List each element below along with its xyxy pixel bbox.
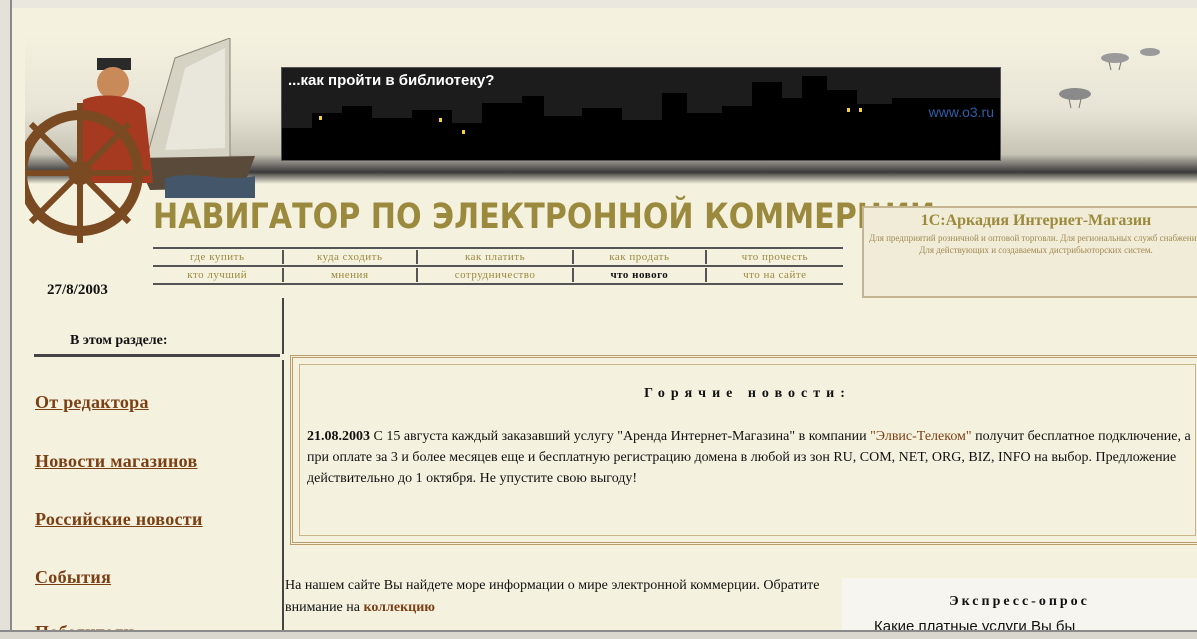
header: ...как пройти в библиотеку? www.o3.ru НА… xyxy=(25,36,1197,304)
sidebar-link-winners[interactable]: Победители xyxy=(35,622,134,630)
window-left-edge xyxy=(0,0,12,637)
collection-link[interactable]: коллекцию xyxy=(363,600,435,615)
column-divider-lower xyxy=(282,360,284,630)
news-date: 21.08.2003 xyxy=(307,429,370,444)
news-text-start: С 15 августа каждый заказавший услугу "А… xyxy=(370,429,871,444)
hot-news-box: Горячие новости: 21.08.2003 С 15 августа… xyxy=(290,355,1197,545)
site-title[interactable]: НАВИГАТОР ПО ЭЛЕКТРОННОЙ КОММЕРЦИИ xyxy=(153,194,935,240)
hot-news-title: Горячие новости: xyxy=(644,386,851,401)
nav-link-how-to-sell[interactable]: как продать xyxy=(574,250,707,264)
nav-link-opinions[interactable]: мнения xyxy=(284,268,418,282)
banner-url: www.o3.ru xyxy=(928,104,994,120)
nav-row-1: где купить куда сходить как платить как … xyxy=(153,250,843,264)
nav-link-how-to-pay[interactable]: как платить xyxy=(418,250,575,264)
arkadia-advert[interactable]: 1С:Аркадия Интернет-Магазин Для предприя… xyxy=(862,206,1197,298)
poll-title: Экспресс-опрос xyxy=(949,594,1090,609)
city-skyline-graphic xyxy=(282,76,1000,160)
nav-divider-middle xyxy=(153,265,843,267)
hot-news-item: 21.08.2003 С 15 августа каждый заказавши… xyxy=(307,426,1197,489)
arkadia-title: 1С:Аркадия Интернет-Магазин xyxy=(920,212,1152,229)
sidebar-link-editor[interactable]: От редактора xyxy=(35,392,149,413)
nav-link-whats-new[interactable]: что нового xyxy=(574,268,707,282)
nav-link-site-contents[interactable]: что на сайте xyxy=(707,268,843,282)
current-date: 27/8/2003 xyxy=(47,282,108,298)
advert-banner[interactable]: ...как пройти в библиотеку? www.o3.ru xyxy=(281,67,1001,161)
nav-row-2: кто лучший мнения сотрудничество что нов… xyxy=(153,268,843,282)
section-heading: В этом разделе: xyxy=(70,333,168,348)
news-company-link[interactable]: "Элвис-Телеком" xyxy=(870,429,972,444)
column-divider-upper xyxy=(282,298,284,354)
window-top-edge xyxy=(0,0,1197,8)
page: ...как пройти в библиотеку? www.o3.ru НА… xyxy=(12,8,1197,630)
nav-link-where-to-buy[interactable]: где купить xyxy=(153,250,284,264)
arkadia-description: Для предприятий розничной и оптовой торг… xyxy=(869,233,1197,255)
nav-divider-bottom xyxy=(153,283,843,285)
nav-link-where-to-go[interactable]: куда сходить xyxy=(284,250,418,264)
nav-link-who-is-best[interactable]: кто лучший xyxy=(153,268,284,282)
express-poll: Экспресс-опрос Какие платные услуги Вы б… xyxy=(842,578,1197,630)
sidebar-divider xyxy=(34,354,280,357)
sidebar-link-events[interactable]: События xyxy=(35,567,111,588)
intro-paragraph: На нашем сайте Вы найдете море информаци… xyxy=(285,575,825,619)
window-bottom-edge xyxy=(0,630,1197,639)
nav-link-cooperation[interactable]: сотрудничество xyxy=(418,268,575,282)
airships-illustration xyxy=(1059,48,1160,109)
nav-link-what-to-read[interactable]: что прочесть xyxy=(707,250,843,264)
poll-question: Какие платные услуги Вы бы xyxy=(874,618,1076,630)
sidebar-link-russian-news[interactable]: Российские новости xyxy=(35,509,203,530)
sidebar-link-store-news[interactable]: Новости магазинов xyxy=(35,451,198,472)
nav-divider-top xyxy=(153,247,843,249)
